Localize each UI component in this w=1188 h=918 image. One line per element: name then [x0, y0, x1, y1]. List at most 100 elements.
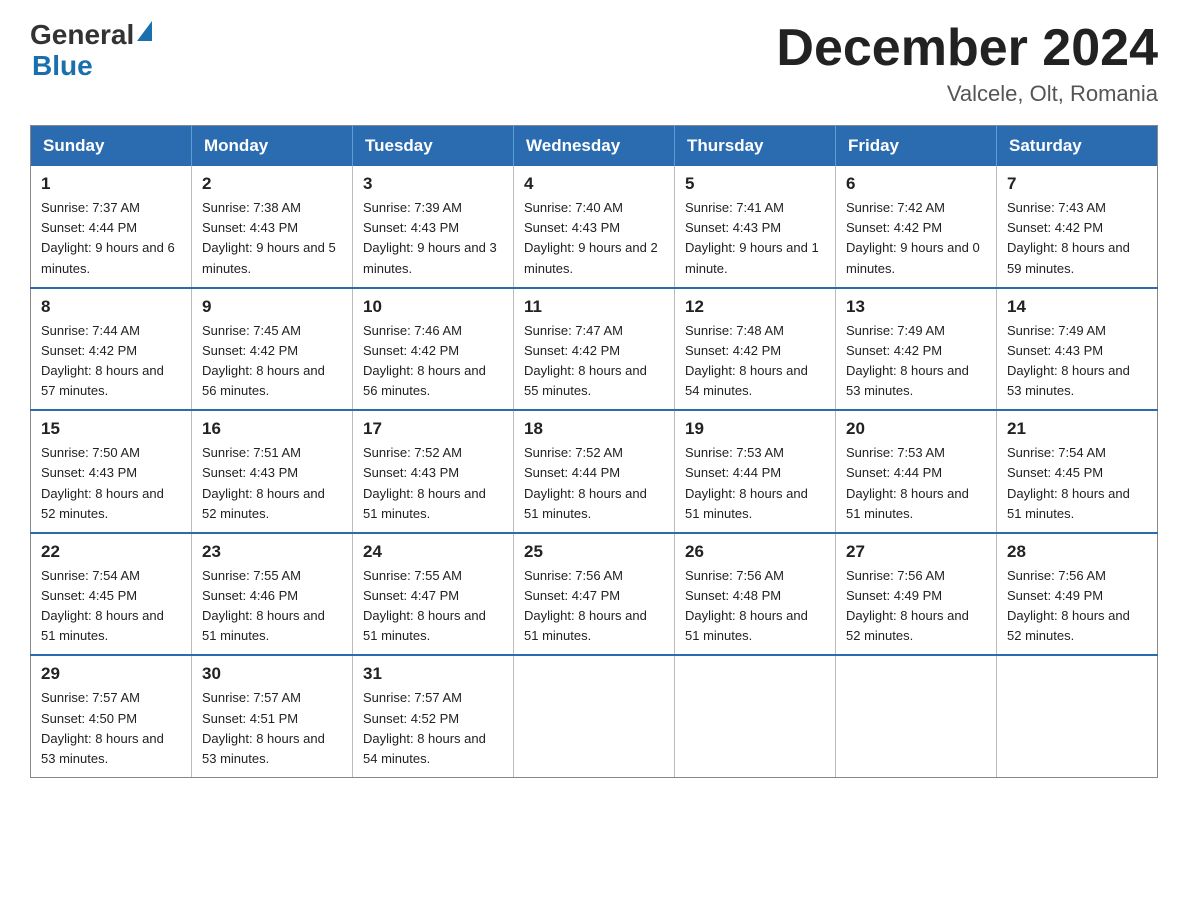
- day-info: Sunrise: 7:57 AMSunset: 4:50 PMDaylight:…: [41, 690, 164, 765]
- calendar-cell: 7 Sunrise: 7:43 AMSunset: 4:42 PMDayligh…: [997, 166, 1158, 288]
- logo-triangle-icon: [137, 21, 152, 41]
- day-info: Sunrise: 7:41 AMSunset: 4:43 PMDaylight:…: [685, 200, 819, 275]
- day-info: Sunrise: 7:37 AMSunset: 4:44 PMDaylight:…: [41, 200, 175, 275]
- calendar-cell: [836, 655, 997, 777]
- day-info: Sunrise: 7:54 AMSunset: 4:45 PMDaylight:…: [41, 568, 164, 643]
- calendar-cell: 5 Sunrise: 7:41 AMSunset: 4:43 PMDayligh…: [675, 166, 836, 288]
- day-number: 24: [363, 542, 503, 562]
- calendar-cell: [997, 655, 1158, 777]
- day-info: Sunrise: 7:51 AMSunset: 4:43 PMDaylight:…: [202, 445, 325, 520]
- day-info: Sunrise: 7:57 AMSunset: 4:52 PMDaylight:…: [363, 690, 486, 765]
- day-number: 10: [363, 297, 503, 317]
- day-number: 16: [202, 419, 342, 439]
- day-info: Sunrise: 7:56 AMSunset: 4:48 PMDaylight:…: [685, 568, 808, 643]
- day-info: Sunrise: 7:43 AMSunset: 4:42 PMDaylight:…: [1007, 200, 1130, 275]
- logo: General Blue: [30, 20, 152, 82]
- calendar-cell: 20 Sunrise: 7:53 AMSunset: 4:44 PMDaylig…: [836, 410, 997, 533]
- day-info: Sunrise: 7:38 AMSunset: 4:43 PMDaylight:…: [202, 200, 336, 275]
- day-number: 19: [685, 419, 825, 439]
- logo-blue-text: Blue: [30, 51, 152, 82]
- calendar-cell: 28 Sunrise: 7:56 AMSunset: 4:49 PMDaylig…: [997, 533, 1158, 656]
- day-number: 14: [1007, 297, 1147, 317]
- header-wednesday: Wednesday: [514, 126, 675, 167]
- day-number: 29: [41, 664, 181, 684]
- day-number: 12: [685, 297, 825, 317]
- header-sunday: Sunday: [31, 126, 192, 167]
- location-text: Valcele, Olt, Romania: [776, 81, 1158, 107]
- day-number: 3: [363, 174, 503, 194]
- day-number: 1: [41, 174, 181, 194]
- day-number: 26: [685, 542, 825, 562]
- day-info: Sunrise: 7:57 AMSunset: 4:51 PMDaylight:…: [202, 690, 325, 765]
- calendar-cell: 24 Sunrise: 7:55 AMSunset: 4:47 PMDaylig…: [353, 533, 514, 656]
- day-number: 22: [41, 542, 181, 562]
- day-number: 28: [1007, 542, 1147, 562]
- day-info: Sunrise: 7:48 AMSunset: 4:42 PMDaylight:…: [685, 323, 808, 398]
- week-row-3: 15 Sunrise: 7:50 AMSunset: 4:43 PMDaylig…: [31, 410, 1158, 533]
- calendar-cell: 9 Sunrise: 7:45 AMSunset: 4:42 PMDayligh…: [192, 288, 353, 411]
- day-number: 30: [202, 664, 342, 684]
- page-header: General Blue December 2024 Valcele, Olt,…: [30, 20, 1158, 107]
- calendar-cell: 12 Sunrise: 7:48 AMSunset: 4:42 PMDaylig…: [675, 288, 836, 411]
- calendar-cell: 16 Sunrise: 7:51 AMSunset: 4:43 PMDaylig…: [192, 410, 353, 533]
- day-number: 11: [524, 297, 664, 317]
- calendar-cell: [675, 655, 836, 777]
- month-year-title: December 2024: [776, 20, 1158, 77]
- title-section: December 2024 Valcele, Olt, Romania: [776, 20, 1158, 107]
- week-row-1: 1 Sunrise: 7:37 AMSunset: 4:44 PMDayligh…: [31, 166, 1158, 288]
- header-row: SundayMondayTuesdayWednesdayThursdayFrid…: [31, 126, 1158, 167]
- day-info: Sunrise: 7:53 AMSunset: 4:44 PMDaylight:…: [846, 445, 969, 520]
- day-number: 4: [524, 174, 664, 194]
- header-thursday: Thursday: [675, 126, 836, 167]
- day-number: 23: [202, 542, 342, 562]
- day-info: Sunrise: 7:49 AMSunset: 4:42 PMDaylight:…: [846, 323, 969, 398]
- day-number: 20: [846, 419, 986, 439]
- day-info: Sunrise: 7:46 AMSunset: 4:42 PMDaylight:…: [363, 323, 486, 398]
- calendar-cell: 25 Sunrise: 7:56 AMSunset: 4:47 PMDaylig…: [514, 533, 675, 656]
- header-tuesday: Tuesday: [353, 126, 514, 167]
- day-info: Sunrise: 7:42 AMSunset: 4:42 PMDaylight:…: [846, 200, 980, 275]
- calendar-cell: 8 Sunrise: 7:44 AMSunset: 4:42 PMDayligh…: [31, 288, 192, 411]
- day-info: Sunrise: 7:44 AMSunset: 4:42 PMDaylight:…: [41, 323, 164, 398]
- day-number: 21: [1007, 419, 1147, 439]
- day-number: 18: [524, 419, 664, 439]
- calendar-header: SundayMondayTuesdayWednesdayThursdayFrid…: [31, 126, 1158, 167]
- day-info: Sunrise: 7:47 AMSunset: 4:42 PMDaylight:…: [524, 323, 647, 398]
- day-number: 17: [363, 419, 503, 439]
- day-number: 27: [846, 542, 986, 562]
- header-monday: Monday: [192, 126, 353, 167]
- calendar-cell: 4 Sunrise: 7:40 AMSunset: 4:43 PMDayligh…: [514, 166, 675, 288]
- calendar-cell: 27 Sunrise: 7:56 AMSunset: 4:49 PMDaylig…: [836, 533, 997, 656]
- calendar-cell: 26 Sunrise: 7:56 AMSunset: 4:48 PMDaylig…: [675, 533, 836, 656]
- day-number: 6: [846, 174, 986, 194]
- calendar-cell: 31 Sunrise: 7:57 AMSunset: 4:52 PMDaylig…: [353, 655, 514, 777]
- day-number: 5: [685, 174, 825, 194]
- week-row-4: 22 Sunrise: 7:54 AMSunset: 4:45 PMDaylig…: [31, 533, 1158, 656]
- day-number: 25: [524, 542, 664, 562]
- calendar-cell: 10 Sunrise: 7:46 AMSunset: 4:42 PMDaylig…: [353, 288, 514, 411]
- day-info: Sunrise: 7:55 AMSunset: 4:46 PMDaylight:…: [202, 568, 325, 643]
- week-row-2: 8 Sunrise: 7:44 AMSunset: 4:42 PMDayligh…: [31, 288, 1158, 411]
- day-info: Sunrise: 7:56 AMSunset: 4:49 PMDaylight:…: [1007, 568, 1130, 643]
- day-info: Sunrise: 7:39 AMSunset: 4:43 PMDaylight:…: [363, 200, 497, 275]
- day-info: Sunrise: 7:54 AMSunset: 4:45 PMDaylight:…: [1007, 445, 1130, 520]
- calendar-cell: 30 Sunrise: 7:57 AMSunset: 4:51 PMDaylig…: [192, 655, 353, 777]
- calendar-cell: 19 Sunrise: 7:53 AMSunset: 4:44 PMDaylig…: [675, 410, 836, 533]
- logo-general-text: General: [30, 20, 134, 51]
- day-info: Sunrise: 7:40 AMSunset: 4:43 PMDaylight:…: [524, 200, 658, 275]
- header-friday: Friday: [836, 126, 997, 167]
- calendar-cell: 11 Sunrise: 7:47 AMSunset: 4:42 PMDaylig…: [514, 288, 675, 411]
- calendar-cell: 2 Sunrise: 7:38 AMSunset: 4:43 PMDayligh…: [192, 166, 353, 288]
- day-info: Sunrise: 7:56 AMSunset: 4:49 PMDaylight:…: [846, 568, 969, 643]
- calendar-cell: 17 Sunrise: 7:52 AMSunset: 4:43 PMDaylig…: [353, 410, 514, 533]
- calendar-body: 1 Sunrise: 7:37 AMSunset: 4:44 PMDayligh…: [31, 166, 1158, 777]
- day-info: Sunrise: 7:45 AMSunset: 4:42 PMDaylight:…: [202, 323, 325, 398]
- calendar-cell: 18 Sunrise: 7:52 AMSunset: 4:44 PMDaylig…: [514, 410, 675, 533]
- day-number: 9: [202, 297, 342, 317]
- day-number: 31: [363, 664, 503, 684]
- day-info: Sunrise: 7:56 AMSunset: 4:47 PMDaylight:…: [524, 568, 647, 643]
- calendar-cell: 29 Sunrise: 7:57 AMSunset: 4:50 PMDaylig…: [31, 655, 192, 777]
- calendar-cell: 21 Sunrise: 7:54 AMSunset: 4:45 PMDaylig…: [997, 410, 1158, 533]
- day-number: 15: [41, 419, 181, 439]
- calendar-cell: 6 Sunrise: 7:42 AMSunset: 4:42 PMDayligh…: [836, 166, 997, 288]
